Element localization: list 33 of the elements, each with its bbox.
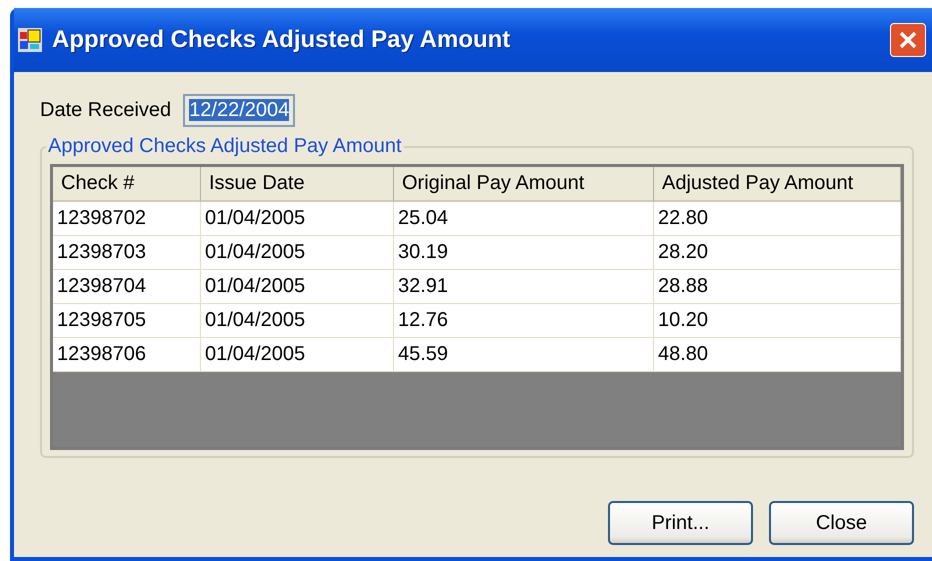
- table-cell: 01/04/2005: [201, 338, 394, 372]
- table-cell: 12398702: [53, 202, 201, 236]
- table-cell: 12398705: [53, 304, 201, 338]
- date-received-field[interactable]: 12/22/2004: [183, 94, 296, 127]
- table-cell: 45.59: [394, 338, 654, 372]
- window-title: Approved Checks Adjusted Pay Amount: [52, 26, 512, 54]
- table-cell: 28.20: [654, 236, 901, 270]
- table-cell: 25.04: [394, 202, 654, 236]
- close-dialog-button[interactable]: Close: [769, 501, 914, 545]
- column-header[interactable]: Original Pay Amount: [394, 167, 654, 202]
- table-cell: 01/04/2005: [201, 202, 394, 236]
- table-cell: 12398706: [53, 338, 201, 372]
- table-cell: 01/04/2005: [201, 236, 394, 270]
- table-cell: 10.20: [654, 304, 901, 338]
- table-cell: 12.76: [394, 304, 654, 338]
- table-cell: 28.88: [654, 270, 901, 304]
- table-cell: 12398703: [53, 236, 201, 270]
- app-icon: [18, 28, 42, 52]
- table-cell: 12398704: [53, 270, 201, 304]
- table-cell: 01/04/2005: [201, 270, 394, 304]
- group-title: Approved Checks Adjusted Pay Amount: [47, 135, 403, 158]
- table-cell: 32.91: [394, 270, 654, 304]
- column-header[interactable]: Issue Date: [201, 167, 394, 202]
- table-cell: 22.80: [654, 202, 901, 236]
- close-button[interactable]: [890, 23, 926, 57]
- column-header[interactable]: Check #: [53, 167, 201, 202]
- table-cell: 48.80: [654, 338, 901, 372]
- table-cell: 01/04/2005: [201, 304, 394, 338]
- table-cell: 30.19: [394, 236, 654, 270]
- date-received-label: Date Received: [40, 99, 172, 122]
- close-icon: [898, 30, 918, 50]
- column-header[interactable]: Adjusted Pay Amount: [654, 167, 901, 202]
- print-button[interactable]: Print...: [608, 501, 753, 545]
